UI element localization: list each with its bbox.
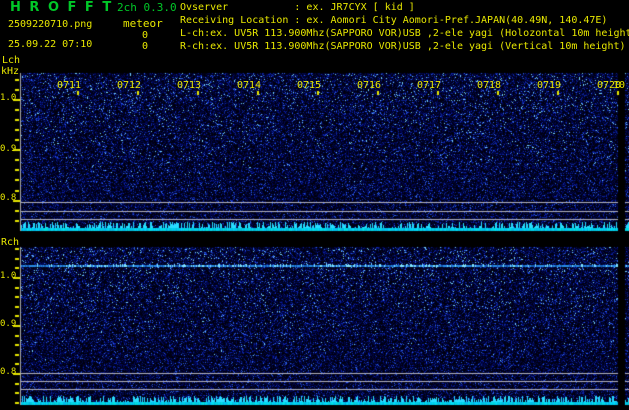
- time-label: 0713: [177, 80, 202, 91]
- echo-count-r: 0: [141, 41, 148, 52]
- receiving-location-line: Receiving Location : ex. Aomori City Aom…: [180, 15, 608, 26]
- time-label: 0718: [477, 80, 502, 91]
- spectrogram-canvas: [0, 0, 629, 410]
- freq-tick-label-rch: 0.9: [0, 319, 17, 329]
- mode-label: meteor: [123, 17, 163, 30]
- freq-tick-label-lch: 0.8: [0, 193, 17, 203]
- freq-tick-label-lch: 0.9: [0, 144, 17, 154]
- time-label: 0716: [357, 80, 382, 91]
- rch-panel-label: Rch: [1, 237, 20, 248]
- filename-label: 2509220710.png: [8, 19, 93, 30]
- datetime-label: 25.09.22 07:10: [8, 39, 93, 50]
- hrofft-spectrogram-image: H R O F F T 2ch 0.3.0 2509220710.png met…: [0, 0, 629, 410]
- lch-receiver-line: L-ch:ex. UV5R 113.900Mhz(SAPPORO VOR)USB…: [180, 28, 629, 39]
- version-label: 2ch 0.3.0: [117, 1, 177, 14]
- time-label: 0715: [297, 80, 322, 91]
- time-label: 0711: [57, 80, 82, 91]
- freq-tick-label-rch: 0.8: [0, 367, 17, 377]
- observer-info-block: Ovserver : ex. JR7CYX [ kid ] Receiving …: [180, 1, 629, 53]
- time-label: 0712: [117, 80, 142, 91]
- freq-tick-label-lch: 1.0: [0, 93, 17, 103]
- app-title: H R O F F T: [10, 0, 114, 15]
- time-label: 0714: [237, 80, 262, 91]
- time-label: 0717: [417, 80, 442, 91]
- lch-panel-label: Lch: [2, 55, 21, 66]
- echo-count-l: 0: [141, 30, 148, 41]
- time-label: 10: [613, 80, 626, 91]
- observer-line: Ovserver : ex. JR7CYX [ kid ]: [180, 2, 415, 13]
- freq-tick-label-rch: 1.0: [0, 271, 17, 281]
- rch-receiver-line: R-ch:ex. UV5R 113.900Mhz(SAPPORO VOR)USB…: [180, 41, 626, 52]
- time-label: 0719: [537, 80, 562, 91]
- khz-unit-label: kHz: [1, 66, 20, 77]
